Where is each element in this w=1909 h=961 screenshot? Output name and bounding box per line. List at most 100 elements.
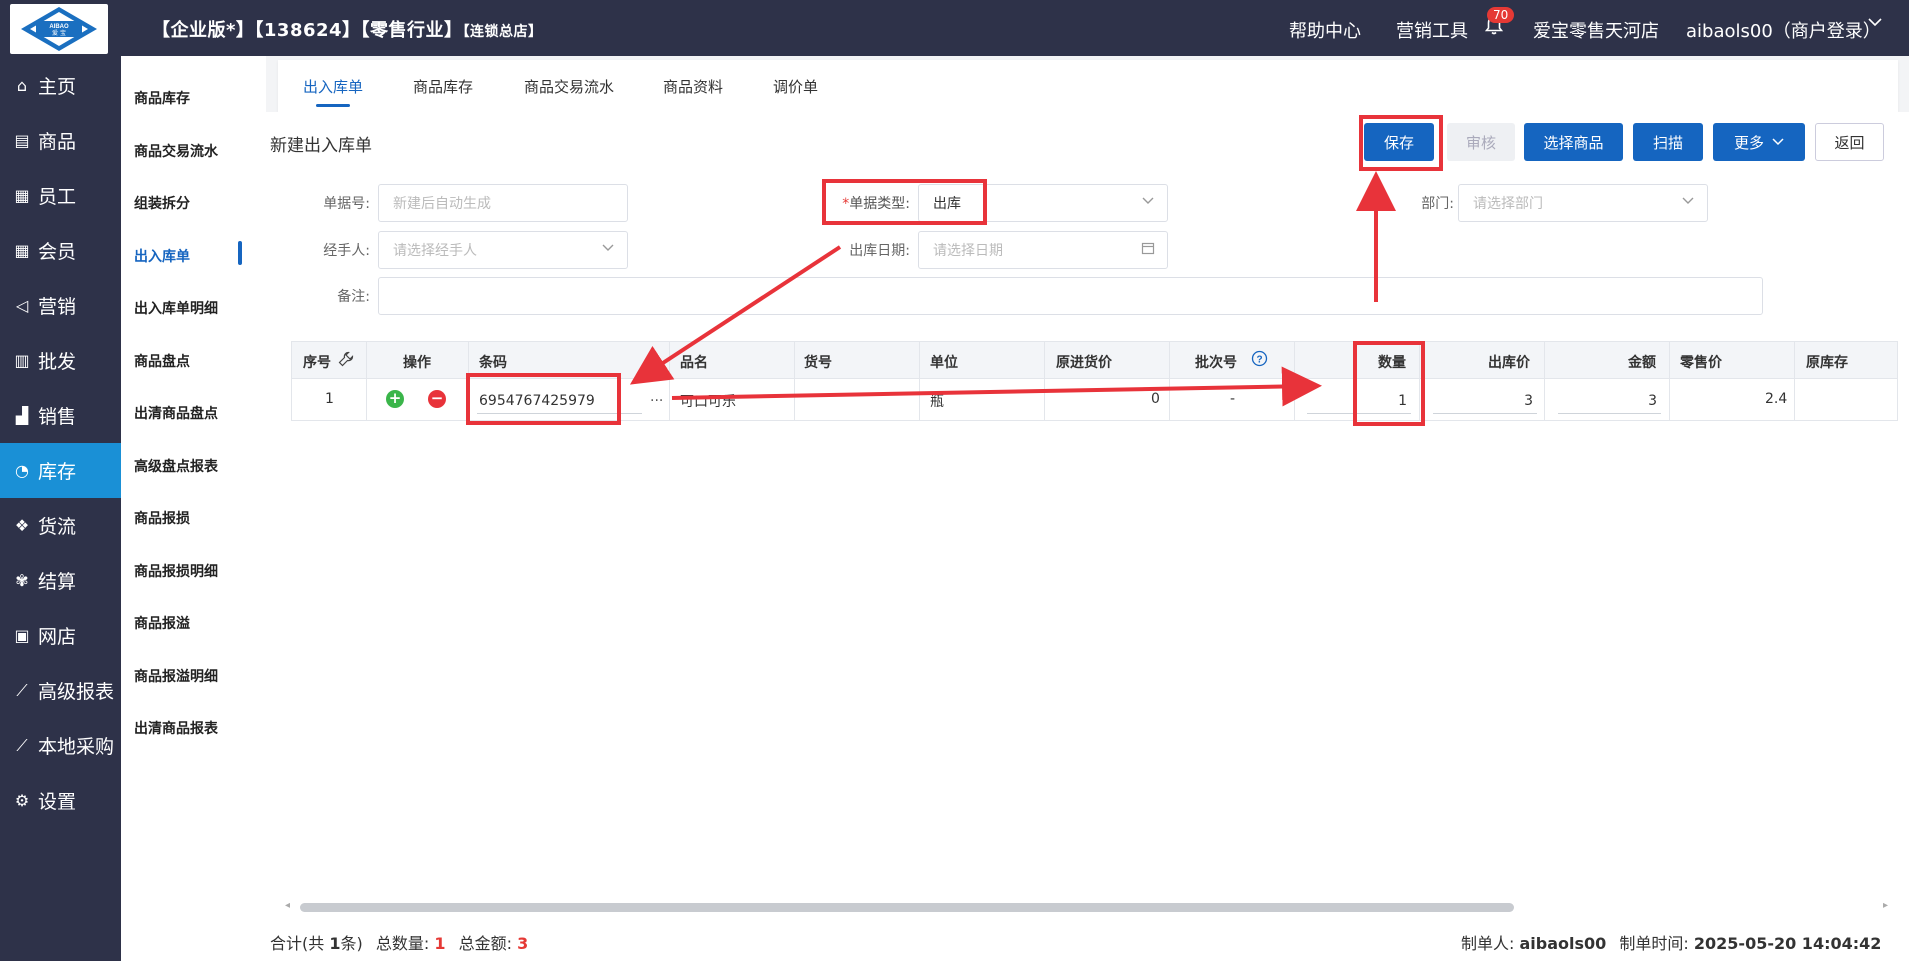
- nav-item-5[interactable]: ▥ 批发: [0, 333, 121, 388]
- subnav-item-7[interactable]: 高级盘点报表: [134, 456, 218, 476]
- more-button[interactable]: 更多: [1713, 123, 1805, 161]
- row-retail: 2.4: [1765, 391, 1788, 407]
- nav-item-7[interactable]: ◔ 库存: [0, 443, 121, 498]
- nav-item-2[interactable]: ▦ 员工: [0, 168, 121, 223]
- out-price-input[interactable]: 3: [1433, 388, 1537, 414]
- subnav-item-12[interactable]: 出清商品报表: [134, 718, 218, 738]
- wrench-icon[interactable]: [338, 351, 354, 371]
- nav-item-label: 销售: [38, 406, 77, 428]
- scan-button[interactable]: 扫描: [1633, 123, 1703, 161]
- date-label: 出库日期:: [849, 243, 910, 259]
- help-circle-icon[interactable]: ?: [1251, 350, 1268, 371]
- scroll-left-icon[interactable]: ◂: [285, 900, 290, 911]
- chevron-down-icon[interactable]: [1867, 14, 1883, 35]
- cube-icon: ❖: [14, 516, 30, 535]
- save-highlight-box: [1359, 115, 1443, 171]
- aibao-logo[interactable]: AIBAO 爱 宝: [10, 4, 108, 54]
- nav-item-3[interactable]: ▦ 会员: [0, 223, 121, 278]
- marketing-tools-link[interactable]: 营销工具: [1396, 17, 1468, 43]
- tab-bar: [278, 60, 1898, 112]
- date-placeholder: 请选择日期: [933, 243, 1003, 259]
- select-goods-button[interactable]: 选择商品: [1524, 123, 1623, 161]
- nav-item-label: 货流: [38, 516, 77, 538]
- help-center-link[interactable]: 帮助中心: [1289, 17, 1361, 43]
- amount-input[interactable]: 3: [1558, 388, 1661, 414]
- nav-item-label: 高级报表: [38, 681, 115, 703]
- subnav-item-2[interactable]: 组装拆分: [134, 193, 190, 213]
- summary-prefix: 合计(共: [270, 934, 330, 953]
- dept-select[interactable]: 请选择部门: [1458, 184, 1708, 222]
- subnav-item-8[interactable]: 商品报损: [134, 508, 190, 528]
- chevron-down-icon: [1141, 194, 1155, 212]
- active-tab-underline: [316, 104, 350, 107]
- subnav-item-10[interactable]: 商品报溢: [134, 613, 190, 633]
- edition-text: 【企业版*】【138624】【零售行业】: [152, 20, 463, 41]
- col-sku-header: 货号: [804, 355, 832, 371]
- horizontal-scrollbar[interactable]: [300, 903, 1514, 912]
- audit-button[interactable]: 审核: [1447, 123, 1515, 161]
- account-menu[interactable]: aibaols00（商户登录）: [1686, 17, 1881, 43]
- scroll-right-icon[interactable]: ▸: [1883, 900, 1888, 911]
- tab-transaction-flow[interactable]: 商品交易流水: [524, 76, 614, 97]
- wholesale-icon: ▥: [14, 351, 30, 370]
- time-value: 2025-05-20 14:04:42: [1693, 934, 1882, 953]
- summary-suffix: 条): [340, 934, 363, 953]
- nav-item-12[interactable]: ⟋ 本地采购: [0, 718, 121, 773]
- gear-icon: ⚙: [14, 791, 30, 810]
- creator-label: 制单人:: [1461, 934, 1515, 953]
- back-button[interactable]: 返回: [1815, 123, 1884, 161]
- subnav-item-3[interactable]: 出入库单: [134, 246, 190, 266]
- subnav-item-9[interactable]: 商品报损明细: [134, 561, 218, 581]
- row-batch: -: [1230, 391, 1236, 407]
- handler-placeholder: 请选择经手人: [393, 243, 477, 259]
- barcode-more-button[interactable]: ...: [650, 389, 663, 405]
- nav-item-13[interactable]: ⚙ 设置: [0, 773, 121, 828]
- nav-item-11[interactable]: ⟋ 高级报表: [0, 663, 121, 718]
- subnav-item-4[interactable]: 出入库单明细: [134, 298, 218, 318]
- nav-item-label: 会员: [38, 241, 77, 263]
- subnav-item-6[interactable]: 出清商品盘点: [134, 403, 218, 423]
- tab-goods-info[interactable]: 商品资料: [663, 76, 723, 97]
- settle-icon: ✾: [15, 571, 29, 590]
- notification-badge: 70: [1487, 7, 1515, 23]
- remove-row-icon[interactable]: −: [428, 390, 446, 408]
- add-row-icon[interactable]: +: [386, 390, 404, 408]
- nav-item-6[interactable]: ▟ 销售: [0, 388, 121, 443]
- col-unit-header: 单位: [930, 355, 958, 371]
- svg-text:爱 宝: 爱 宝: [52, 29, 66, 37]
- col-stock-header: 原库存: [1806, 355, 1848, 371]
- nav-item-8[interactable]: ❖ 货流: [0, 498, 121, 553]
- store-name[interactable]: 爱宝零售天河店: [1533, 17, 1659, 43]
- subnav-item-5[interactable]: 商品盘点: [134, 351, 190, 371]
- nav-item-4[interactable]: ◁ 营销: [0, 278, 121, 333]
- tab-inout-doc[interactable]: 出入库单: [303, 76, 363, 97]
- nav-item-label: 商品: [38, 131, 77, 153]
- active-subnav-indicator: [238, 241, 242, 265]
- top-bar: AIBAO 爱 宝 【企业版*】【138624】【零售行业】【连锁总店】 帮助中…: [0, 0, 1909, 56]
- doc-no-input[interactable]: 新建后自动生成: [378, 184, 628, 222]
- date-picker[interactable]: 请选择日期: [918, 231, 1168, 269]
- col-op-header: 操作: [403, 355, 431, 371]
- more-button-label: 更多: [1733, 133, 1764, 152]
- handler-label: 经手人:: [323, 243, 370, 259]
- subnav-item-1[interactable]: 商品交易流水: [134, 141, 218, 161]
- tab-price-adjust[interactable]: 调价单: [773, 76, 818, 97]
- page-title: 新建出入库单: [270, 136, 372, 156]
- nav-item-9[interactable]: ✾ 结算: [0, 553, 121, 608]
- subnav-item-11[interactable]: 商品报溢明细: [134, 666, 218, 686]
- creator-value: aibaols00: [1519, 934, 1607, 953]
- home-icon: ⌂: [16, 76, 28, 95]
- pie-chart-icon: ◔: [15, 461, 29, 480]
- subnav-item-0[interactable]: 商品库存: [134, 88, 190, 108]
- footer-meta: 制单人: aibaols00 制单时间: 2025-05-20 14:04:42: [1461, 930, 1881, 954]
- total-qty: 1: [434, 934, 446, 953]
- nav-item-1[interactable]: ▤ 商品: [0, 113, 121, 168]
- tab-goods-stock[interactable]: 商品库存: [413, 76, 473, 97]
- remark-input[interactable]: [378, 277, 1763, 315]
- doc-type-highlight-box: [822, 179, 987, 225]
- chevron-down-icon: [1681, 194, 1695, 212]
- nav-item-10[interactable]: ▣ 网店: [0, 608, 121, 663]
- total-qty-label: 总数量:: [375, 934, 430, 953]
- nav-item-0[interactable]: ⌂ 主页: [0, 58, 121, 113]
- handler-select[interactable]: 请选择经手人: [378, 231, 628, 269]
